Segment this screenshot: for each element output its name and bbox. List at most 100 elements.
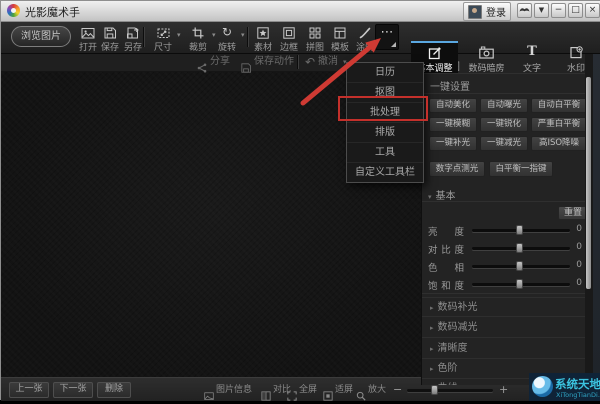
saturation-slider[interactable] bbox=[472, 279, 570, 289]
collapsed-arrow-icon: ▸ bbox=[430, 304, 434, 312]
share-button[interactable]: 分享 bbox=[210, 53, 230, 71]
onekey-button-grid: 自动美化 自动曝光 自动白平衡一键模糊 一键锐化 严重白平衡一键补光 一键减光 高ISO降噪 bbox=[429, 98, 593, 155]
tool-crop[interactable]: 裁剪 bbox=[184, 25, 212, 53]
section-digital-dim-light[interactable]: ▸ 数码减光 bbox=[422, 318, 593, 338]
skin-icon bbox=[519, 8, 530, 12]
annotation-arrow bbox=[300, 38, 381, 106]
brightness-slider-thumb[interactable] bbox=[516, 225, 523, 235]
onekey-settings-header[interactable]: 一键设置 bbox=[430, 78, 470, 93]
adjustments-panel: 直方图 一键设置 自动美化自动曝光自动白平衡一键模糊一键锐化严重白平衡一键补光一… bbox=[421, 53, 593, 385]
menu-item-customize-toolbar[interactable]: 自定义工具栏 bbox=[347, 162, 423, 182]
fit-screen-button[interactable]: 适屏 bbox=[335, 385, 353, 395]
login-label: 登录 bbox=[486, 8, 506, 19]
window-right-edge bbox=[593, 53, 600, 377]
rotate-caret-icon[interactable]: ▾ bbox=[241, 31, 245, 39]
watermark-title: 系统天地 bbox=[555, 377, 600, 391]
basic-adjust-icon bbox=[411, 45, 458, 60]
resize-icon bbox=[149, 25, 177, 39]
slider-row-brightness: 亮度 0 bbox=[428, 224, 582, 238]
panel-divider bbox=[422, 93, 593, 94]
save-action-icon bbox=[241, 57, 251, 76]
white-balance-one-key-button[interactable]: 白平衡一指键 bbox=[489, 161, 553, 177]
close-button[interactable]: × bbox=[585, 3, 600, 18]
panel-divider bbox=[422, 293, 593, 294]
menu-arrow-button[interactable]: ▼ bbox=[534, 3, 549, 18]
slider-row-saturation: 饱和度 0 bbox=[428, 278, 582, 292]
severe-white-balance-button[interactable]: 严重白平衡 bbox=[531, 117, 587, 132]
login-button[interactable]: 登录 bbox=[463, 2, 511, 21]
material-icon bbox=[249, 25, 277, 39]
auto-exposure-button[interactable]: 自动曝光 bbox=[480, 98, 528, 113]
section-digital-fill-light[interactable]: ▸ 数码补光 bbox=[422, 297, 593, 317]
auto-white-balance-button[interactable]: 自动白平衡 bbox=[531, 98, 587, 113]
previous-image-button[interactable]: 上一张 bbox=[9, 382, 49, 398]
menu-item-layout[interactable]: 排版 bbox=[347, 122, 423, 142]
section-clarity[interactable]: ▸ 清晰度 bbox=[422, 339, 593, 359]
delete-image-button[interactable]: 删除 bbox=[97, 382, 131, 398]
skin-button[interactable] bbox=[517, 3, 532, 18]
app-logo-icon bbox=[7, 4, 20, 17]
onekey-sharpen-button[interactable]: 一键锐化 bbox=[480, 117, 528, 132]
reset-button[interactable]: 重置 bbox=[558, 206, 588, 220]
window-title: 光影魔术手 bbox=[25, 6, 80, 19]
crop-icon bbox=[184, 25, 212, 39]
magnifier-icon bbox=[356, 385, 366, 404]
fullscreen-icon bbox=[287, 385, 297, 404]
share-icon bbox=[197, 57, 207, 76]
tab-watermark[interactable]: 水印 bbox=[554, 41, 598, 74]
darkroom-icon bbox=[463, 45, 510, 60]
fit-icon bbox=[323, 385, 333, 404]
toolbar-separator bbox=[143, 27, 145, 47]
high-iso-denoise-button[interactable]: 高ISO降噪 bbox=[531, 136, 587, 151]
basic-section-header[interactable]: ▾ 基本 bbox=[428, 187, 456, 202]
minimize-button[interactable]: − bbox=[551, 3, 566, 18]
panel-scrollbar-thumb[interactable] bbox=[586, 77, 591, 289]
rotate-icon: ↻ bbox=[221, 25, 233, 39]
browse-pictures-button[interactable]: 浏览图片 bbox=[11, 26, 71, 47]
slider-row-hue: 色相 0 bbox=[428, 260, 582, 274]
brightness-slider[interactable] bbox=[472, 225, 570, 235]
tool-rotate[interactable]: ↻ 旋转 bbox=[213, 25, 241, 53]
onekey-fill-light-button[interactable]: 一键补光 bbox=[429, 136, 477, 151]
globe-icon bbox=[532, 376, 553, 397]
maximize-icon: □ bbox=[571, 5, 580, 15]
contrast-slider[interactable] bbox=[472, 243, 570, 253]
minimize-icon: − bbox=[554, 5, 563, 15]
crop-caret-icon[interactable]: ▾ bbox=[212, 31, 216, 39]
saturation-slider-thumb[interactable] bbox=[516, 279, 523, 289]
fullscreen-button[interactable]: 全屏 bbox=[299, 385, 317, 395]
watermark-url: XiTongTianDi.net bbox=[556, 391, 600, 399]
onekey-blur-button[interactable]: 一键模糊 bbox=[429, 117, 477, 132]
auto-beautify-button[interactable]: 自动美化 bbox=[429, 98, 477, 113]
zoom-out-icon[interactable]: − bbox=[393, 383, 402, 396]
menu-down-icon: ▼ bbox=[538, 6, 545, 14]
watermark-icon bbox=[554, 45, 598, 60]
app-window: 光影魔术手 登录 ▼ − □ × 浏览图片 打开 保存 另存 尺寸 ▾ 裁剪 ▾… bbox=[0, 0, 600, 401]
onekey-dim-light-button[interactable]: 一键减光 bbox=[480, 136, 528, 151]
avatar bbox=[468, 4, 482, 19]
zoom-slider[interactable] bbox=[407, 385, 493, 395]
collapsed-arrow-icon: ▸ bbox=[430, 324, 434, 332]
zoom-in-button[interactable]: 放大 bbox=[368, 385, 386, 395]
next-image-button[interactable]: 下一张 bbox=[53, 382, 93, 398]
text-icon: T bbox=[527, 44, 537, 59]
picture-info-button[interactable]: 图片信息 bbox=[216, 385, 252, 395]
resize-caret-icon[interactable]: ▾ bbox=[177, 31, 181, 39]
hue-slider-thumb[interactable] bbox=[516, 261, 523, 271]
hue-slider[interactable] bbox=[472, 261, 570, 271]
collapsed-arrow-icon: ▸ bbox=[430, 365, 434, 373]
tab-darkroom[interactable]: 数码暗房 bbox=[463, 41, 510, 74]
tab-text[interactable]: T 文字 bbox=[510, 41, 554, 75]
save-action-button[interactable]: 保存动作 bbox=[254, 53, 294, 71]
slider-row-contrast: 对比度 0 bbox=[428, 242, 582, 256]
menu-item-tools[interactable]: 工具 bbox=[347, 142, 423, 162]
info-icon bbox=[204, 385, 214, 404]
maximize-button[interactable]: □ bbox=[568, 3, 583, 18]
zoom-slider-thumb[interactable] bbox=[431, 385, 438, 395]
contrast-slider-thumb[interactable] bbox=[516, 243, 523, 253]
tool-material[interactable]: 素材 bbox=[249, 25, 277, 53]
compare-icon bbox=[261, 385, 271, 404]
digital-spot-metering-button[interactable]: 数字点测光 bbox=[429, 161, 485, 177]
tool-resize[interactable]: 尺寸 bbox=[149, 25, 177, 53]
expanded-arrow-icon: ▾ bbox=[428, 193, 432, 201]
